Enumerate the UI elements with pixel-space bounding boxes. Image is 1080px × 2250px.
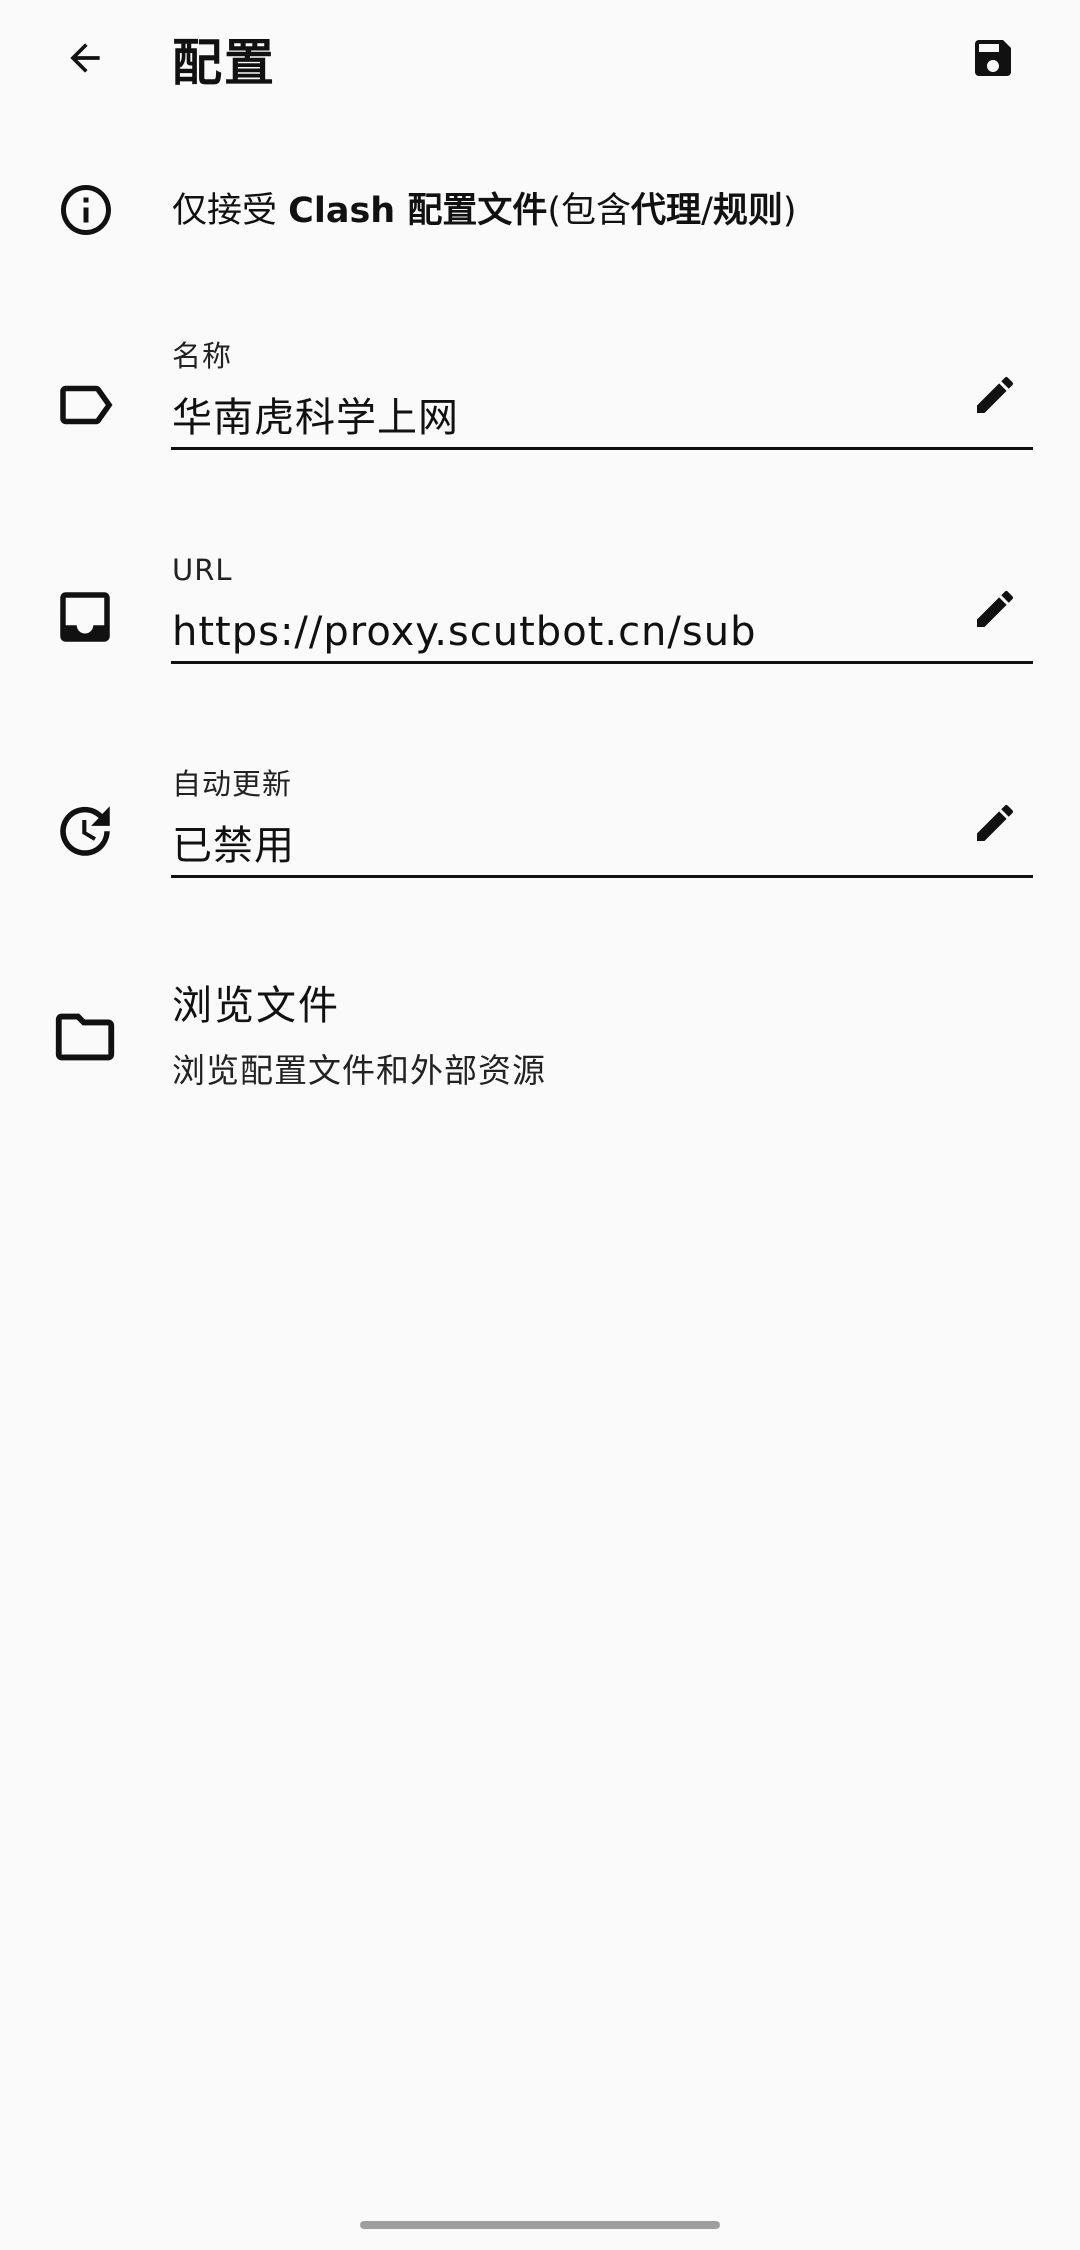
edit-pencil-icon xyxy=(971,799,1019,851)
update-icon xyxy=(52,798,118,864)
url-field-label: URL xyxy=(172,553,233,587)
name-field[interactable]: 名称 华南虎科学上网 xyxy=(0,330,1080,480)
url-field-value[interactable]: https://proxy.scutbot.cn/sub xyxy=(172,604,756,660)
url-field-underline xyxy=(171,661,1033,664)
url-field[interactable]: URL https://proxy.scutbot.cn/sub xyxy=(0,544,1080,694)
save-icon xyxy=(969,34,1017,86)
info-text: 仅接受 Clash 配置文件(包含代理/规则) xyxy=(172,191,797,231)
profile-editor-screen: 配置 仅接受 Clash 配置文件(包含代理/规则) 名称 华南虎科学上网 UR… xyxy=(0,0,1080,2250)
auto-update-field-label: 自动更新 xyxy=(172,767,293,801)
browse-files-subtitle: 浏览配置文件和外部资源 xyxy=(172,1051,546,1090)
back-button[interactable] xyxy=(50,25,120,95)
browse-files-item[interactable]: 浏览文件 浏览配置文件和外部资源 xyxy=(0,960,1080,1110)
edit-pencil-icon xyxy=(971,371,1019,423)
auto-update-field[interactable]: 自动更新 已禁用 xyxy=(0,758,1080,908)
edit-name-button[interactable] xyxy=(960,362,1030,432)
inbox-icon xyxy=(52,584,118,650)
info-notice: 仅接受 Clash 配置文件(包含代理/规则) xyxy=(0,170,1080,256)
name-field-label: 名称 xyxy=(172,339,233,373)
info-icon xyxy=(56,180,116,240)
folder-icon xyxy=(50,1002,120,1072)
auto-update-field-underline xyxy=(171,875,1033,878)
browse-files-title: 浏览文件 xyxy=(172,983,340,1029)
label-icon xyxy=(52,372,118,438)
name-field-underline xyxy=(171,447,1033,450)
edit-auto-update-button[interactable] xyxy=(960,790,1030,860)
edit-pencil-icon xyxy=(971,585,1019,637)
top-app-bar: 配置 xyxy=(0,0,1080,130)
arrow-back-icon xyxy=(63,36,107,84)
home-indicator[interactable] xyxy=(360,2221,720,2229)
page-title: 配置 xyxy=(172,34,276,92)
save-button[interactable] xyxy=(958,25,1028,95)
name-field-value[interactable]: 华南虎科学上网 xyxy=(172,390,459,446)
auto-update-field-value[interactable]: 已禁用 xyxy=(172,818,295,874)
edit-url-button[interactable] xyxy=(960,576,1030,646)
